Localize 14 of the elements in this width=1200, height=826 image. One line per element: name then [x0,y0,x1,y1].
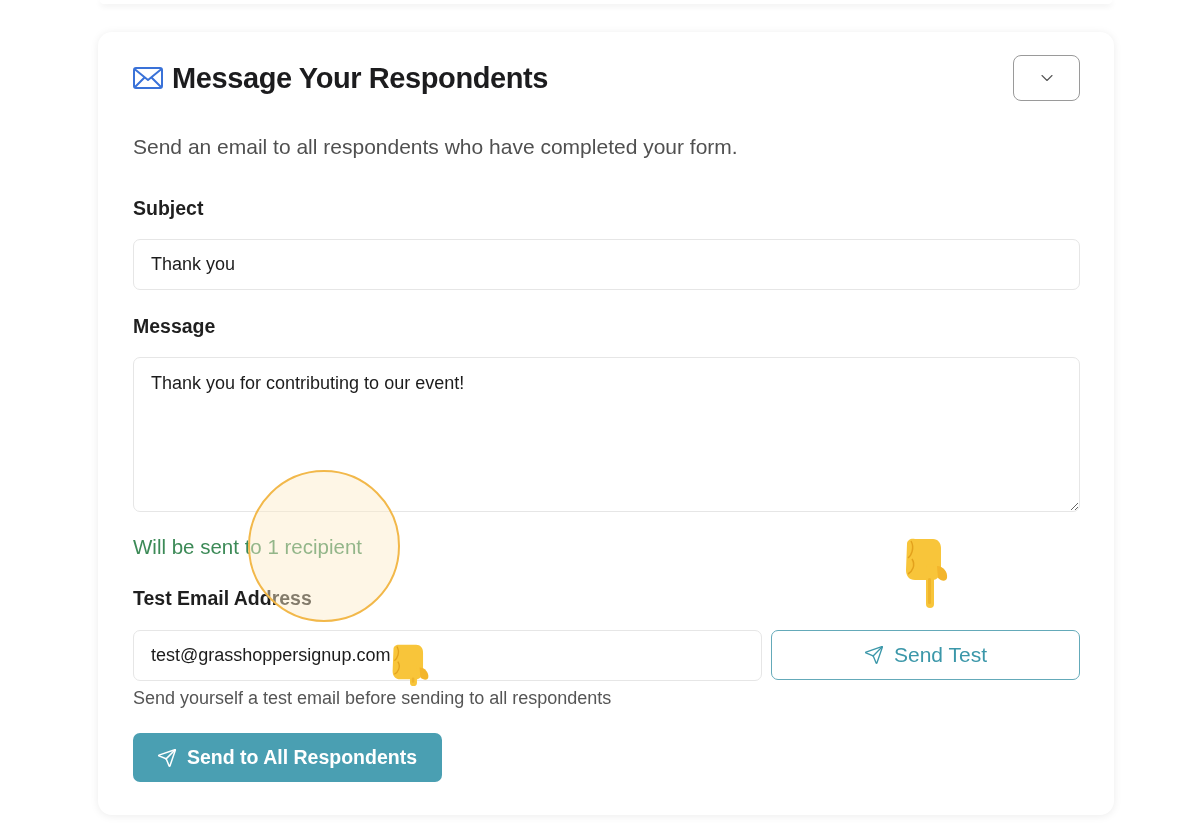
pointing-hand-icon [903,538,949,608]
test-email-field[interactable]: test@grasshoppersignup.com [133,630,762,681]
field-label: Subject [133,196,205,220]
subject-field[interactable]: Thank you [133,239,1080,290]
envelope-icon [133,67,163,89]
field-hint: Send yourself a test email before sending to all respondents [133,688,613,708]
section-title: Message Your Respondents [172,61,549,95]
collapse-toggle[interactable] [1013,55,1080,101]
pointing-hand-icon [390,644,430,686]
send-icon [157,747,177,768]
field-label: Message [133,314,217,338]
section-description: Send an email to all respondents who have completed your form. [133,135,739,159]
send-icon [864,645,884,665]
message-field[interactable]: Thank you for contributing to our event! [133,357,1080,512]
